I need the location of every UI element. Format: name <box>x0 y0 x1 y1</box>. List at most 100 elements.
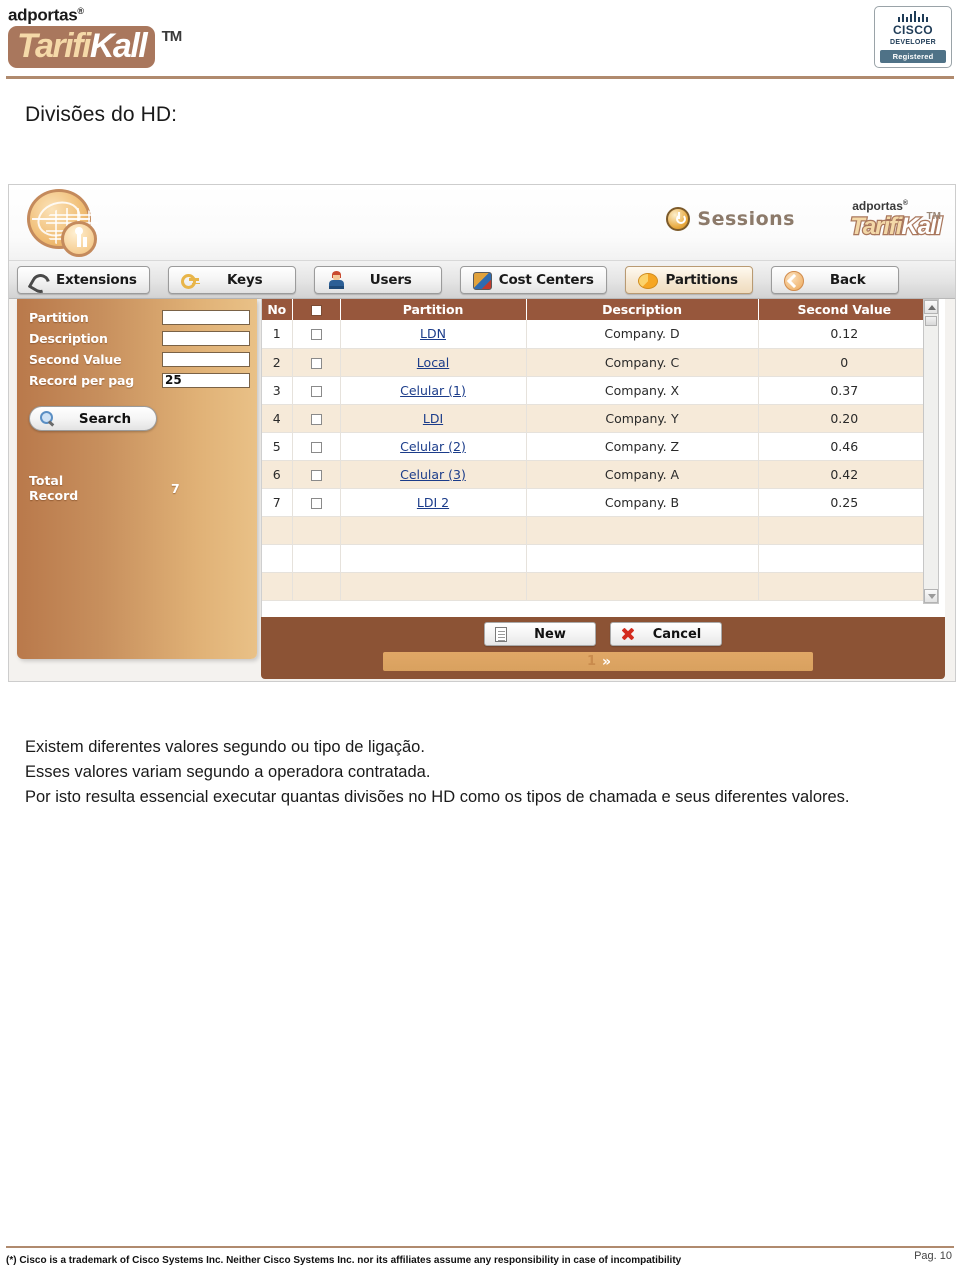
cell-partition[interactable]: LDI 2 <box>340 488 527 517</box>
toolbar-button-extensions[interactable]: Extensions <box>17 265 150 294</box>
sessions-link[interactable]: Sessions <box>666 207 795 231</box>
scrollbar-thumb[interactable] <box>925 316 937 326</box>
search-input-partition[interactable] <box>162 309 250 325</box>
cell-partition[interactable]: LDN <box>340 320 527 349</box>
cell-partition[interactable]: LDI <box>340 404 527 433</box>
row-checkbox[interactable] <box>310 329 322 341</box>
trademark-mark: TM <box>161 27 183 45</box>
vertical-scrollbar[interactable] <box>923 299 939 604</box>
total-record-label: Total Record <box>29 473 79 503</box>
select-all-checkbox[interactable] <box>310 305 322 316</box>
phone-icon <box>30 271 48 289</box>
brand-product-part1: Tarifi <box>17 26 91 65</box>
cancel-button[interactable]: Cancel <box>610 622 722 646</box>
row-checkbox[interactable] <box>310 385 322 397</box>
cell-select[interactable] <box>292 376 341 405</box>
cell-partition[interactable]: Celular (2) <box>340 432 527 461</box>
next-page-button[interactable]: » <box>602 654 611 670</box>
cell-select[interactable] <box>292 348 341 377</box>
label-partition: Partition <box>29 309 89 325</box>
application-screenshot: Sessions adportas® TarifiKall TM Extensi… <box>8 184 956 682</box>
toolbar-button-partitions[interactable]: Partitions <box>624 265 753 294</box>
cell-partition[interactable]: Celular (3) <box>340 460 527 489</box>
cell-no: 3 <box>262 376 293 405</box>
toolbar-button-cost-centers[interactable]: Cost Centers <box>459 265 607 294</box>
cell-empty <box>758 516 930 545</box>
cell-select[interactable] <box>292 488 341 517</box>
column-header-partition: Partition <box>340 299 527 320</box>
search-input-record-per-page[interactable] <box>162 372 250 388</box>
row-checkbox[interactable] <box>310 497 322 509</box>
partition-link[interactable]: LDI 2 <box>417 495 449 510</box>
partition-link[interactable]: Celular (3) <box>400 467 466 482</box>
partition-link[interactable]: LDI <box>423 411 443 426</box>
cell-second-value: 0.42 <box>758 460 930 489</box>
toolbar-label-keys: Keys <box>227 271 263 288</box>
footer-trademark-note: (*) Cisco is a trademark of Cisco System… <box>6 1255 682 1266</box>
row-checkbox[interactable] <box>310 441 322 453</box>
body-paragraph: Existem diferentes valores segundo ou ti… <box>25 735 925 810</box>
cell-description: Company. A <box>526 460 759 489</box>
column-header-select-all[interactable] <box>292 299 341 320</box>
cell-empty <box>758 572 930 601</box>
table-row[interactable]: 4 LDI Company. Y 0.20 <box>262 404 930 433</box>
cancel-button-label: Cancel <box>652 626 702 642</box>
document-icon <box>495 626 507 642</box>
brand-product-part2: Kall <box>89 26 148 65</box>
partition-link[interactable]: LDN <box>420 326 446 341</box>
table-row[interactable]: 7 LDI 2 Company. B 0.25 <box>262 488 930 517</box>
row-checkbox[interactable] <box>310 413 322 425</box>
total-record-row: Total Record 7 <box>29 473 257 503</box>
cell-select[interactable] <box>292 320 341 349</box>
partition-link[interactable]: Celular (1) <box>400 383 466 398</box>
brand-logo-wrap: TarifiKall TM <box>8 25 182 68</box>
cisco-bridge-icon <box>875 11 951 22</box>
table-row[interactable]: 1 LDN Company. D 0.12 <box>262 320 930 349</box>
column-header-description: Description <box>526 299 759 320</box>
search-panel: Partition Description Second Value Recor… <box>17 299 257 659</box>
search-input-description[interactable] <box>162 330 250 346</box>
table-row[interactable]: 3 Celular (1) Company. X 0.37 <box>262 376 930 405</box>
cell-empty <box>526 544 759 573</box>
cell-empty <box>262 516 293 545</box>
row-checkbox[interactable] <box>310 469 322 481</box>
cell-select[interactable] <box>292 432 341 461</box>
table-row[interactable]: 5 Celular (2) Company. Z 0.46 <box>262 432 930 461</box>
toolbar-button-users[interactable]: Users <box>313 265 442 294</box>
cell-description: Company. D <box>526 320 759 349</box>
cell-empty <box>340 544 527 573</box>
row-checkbox[interactable] <box>310 357 322 369</box>
action-bar: New Cancel 1 » <box>261 617 945 679</box>
footer-divider <box>6 1246 954 1248</box>
toolbar-button-keys[interactable]: Keys <box>167 265 296 294</box>
cell-description: Company. B <box>526 488 759 517</box>
cisco-name: CISCO <box>892 23 933 37</box>
cell-partition[interactable]: Local <box>340 348 527 377</box>
globe-icon <box>17 185 103 269</box>
toolbar-label-back: Back <box>829 271 866 288</box>
field-row-second-value: Second Value <box>29 349 257 369</box>
cell-empty <box>758 544 930 573</box>
scroll-up-arrow-icon[interactable] <box>924 300 938 314</box>
new-button[interactable]: New <box>484 622 596 646</box>
cell-description: Company. Y <box>526 404 759 433</box>
partition-link[interactable]: Celular (2) <box>400 439 466 454</box>
cisco-program: DEVELOPER <box>890 39 936 46</box>
table-row[interactable]: 6 Celular (3) Company. A 0.42 <box>262 460 930 489</box>
cell-second-value: 0.20 <box>758 404 930 433</box>
cell-description: Company. C <box>526 348 759 377</box>
scroll-down-arrow-icon[interactable] <box>924 589 938 603</box>
partition-link[interactable]: Local <box>417 355 449 370</box>
cell-select[interactable] <box>292 404 341 433</box>
search-input-second-value[interactable] <box>162 351 250 367</box>
table-row[interactable]: 2 Local Company. C 0 <box>262 348 930 377</box>
search-button[interactable]: Search <box>29 406 157 431</box>
close-icon <box>621 627 635 641</box>
cell-select[interactable] <box>292 460 341 489</box>
cell-partition[interactable]: Celular (1) <box>340 376 527 405</box>
table-row-empty <box>262 516 930 545</box>
body-line-3: Por isto resulta essencial executar quan… <box>25 788 850 806</box>
toolbar-button-back[interactable]: Back <box>770 265 899 294</box>
page-title: Divisões do HD: <box>25 103 178 126</box>
cell-second-value: 0.12 <box>758 320 930 349</box>
